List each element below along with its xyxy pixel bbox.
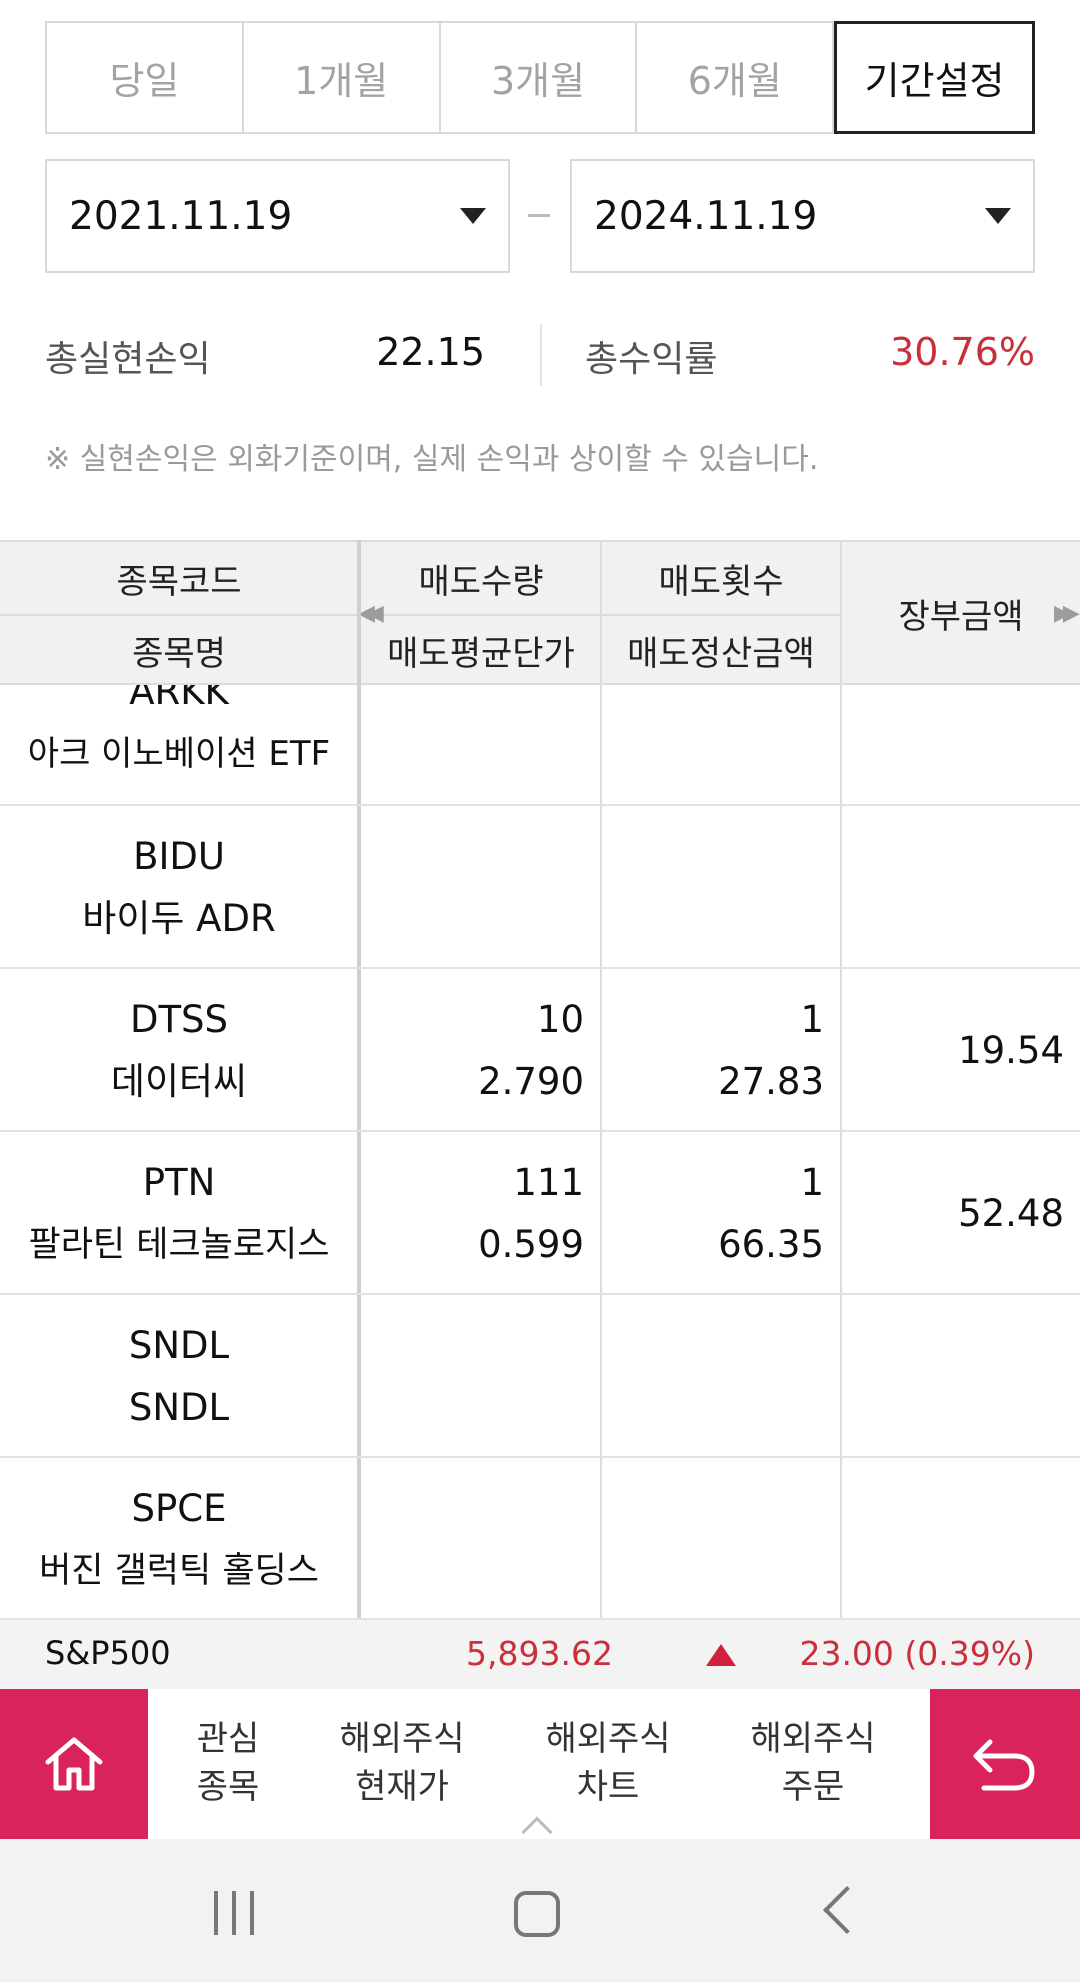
disclaimer-note: ※ 실현손익은 외화기준이며, 실제 손익과 상이할 수 있습니다. bbox=[45, 442, 819, 477]
table-row[interactable]: PTN 팔라틴 테크놀로지스 111 0.599 1 66.35 52.48 bbox=[0, 1132, 1080, 1295]
stock-name: SNDL bbox=[128, 1386, 230, 1429]
tab-custom-period[interactable]: 기간설정 bbox=[834, 21, 1035, 134]
header-sell-avg-price: 매도평균단가 bbox=[387, 634, 575, 674]
index-price: 5,893.62 bbox=[466, 1634, 613, 1673]
header-book-amount: 장부금액 bbox=[898, 597, 1024, 637]
stock-name: 바이두 ADR bbox=[82, 897, 276, 940]
index-ticker[interactable]: S&P500 5,893.62 23.00 (0.39%) bbox=[0, 1618, 1080, 1689]
stock-name: 버진 갤럭틱 홀딩스 bbox=[39, 1551, 319, 1591]
dropdown-caret-icon bbox=[460, 208, 486, 224]
back-button[interactable] bbox=[930, 1689, 1080, 1839]
table-row[interactable]: DTSS 데이터씨 10 2.790 1 27.83 19.54 bbox=[0, 969, 1080, 1132]
total-realized-label: 총실현손익 bbox=[45, 339, 211, 380]
nav-overseas-chart[interactable]: 해외주식 차트 bbox=[528, 1715, 688, 1811]
system-back-icon[interactable] bbox=[822, 1885, 872, 1935]
system-home-icon[interactable] bbox=[514, 1891, 560, 1937]
sell-avg-price: 0.599 bbox=[478, 1223, 584, 1266]
index-change: 23.00 (0.39%) bbox=[799, 1634, 1035, 1673]
header-code: 종목코드 bbox=[116, 561, 242, 602]
stock-code: PTN bbox=[142, 1161, 216, 1204]
undo-arrow-icon bbox=[973, 1739, 1035, 1791]
header-sell-qty: 매도수량 bbox=[418, 561, 544, 602]
nav-overseas-order[interactable]: 해외주식 주문 bbox=[733, 1715, 893, 1811]
summary-divider bbox=[540, 324, 542, 386]
stock-code: BIDU bbox=[133, 835, 225, 878]
sell-count: 1 bbox=[800, 1161, 824, 1204]
header-sell-count: 매도횟수 bbox=[658, 561, 784, 602]
stock-code: SNDL bbox=[128, 1324, 230, 1367]
tab-3-months[interactable]: 3개월 bbox=[440, 23, 638, 132]
stock-code: ARKK bbox=[129, 685, 229, 713]
index-name: S&P500 bbox=[45, 1634, 171, 1672]
sell-qty: 10 bbox=[536, 998, 584, 1041]
sell-qty: 111 bbox=[513, 1161, 584, 1204]
sell-settle-amount: 27.83 bbox=[718, 1060, 824, 1103]
table-body: ARKK 아크 이노베이션 ETF BIDU 바이두 ADR DTSS 데이터씨… bbox=[0, 685, 1080, 1618]
nav-overseas-quote[interactable]: 해외주식 현재가 bbox=[322, 1715, 482, 1811]
sell-settle-amount: 66.35 bbox=[718, 1223, 824, 1266]
start-date-value: 2021.11.19 bbox=[69, 193, 293, 239]
header-name: 종목명 bbox=[132, 634, 226, 674]
home-button[interactable] bbox=[0, 1689, 148, 1839]
end-date-value: 2024.11.19 bbox=[594, 193, 818, 239]
header-sell-settle-amount: 매도정산금액 bbox=[627, 634, 815, 674]
stock-code: SPCE bbox=[131, 1487, 227, 1530]
stock-name: 아크 이노베이션 ETF bbox=[27, 734, 331, 774]
book-amount: 19.54 bbox=[958, 1029, 1064, 1072]
total-return-value: 30.76% bbox=[890, 330, 1035, 374]
table-row[interactable]: SNDL SNDL bbox=[0, 1295, 1080, 1458]
recent-apps-icon[interactable] bbox=[214, 1891, 258, 1935]
date-range-separator bbox=[528, 214, 550, 217]
start-date-select[interactable]: 2021.11.19 bbox=[45, 159, 510, 273]
stock-name: 팔라틴 테크놀로지스 bbox=[28, 1225, 330, 1265]
sell-avg-price: 2.790 bbox=[478, 1060, 584, 1103]
sell-count: 1 bbox=[800, 998, 824, 1041]
header-divider bbox=[0, 614, 840, 616]
period-tabs: 당일 1개월 3개월 6개월 기간설정 bbox=[45, 21, 1035, 134]
home-icon bbox=[45, 1737, 103, 1791]
nav-watchlist[interactable]: 관심 종목 bbox=[176, 1715, 280, 1811]
realized-profit-table: 종목코드 종목명 매도수량 매도평균단가 매도횟수 매도정산금액 장부금액 ◀◀… bbox=[0, 540, 1080, 1618]
up-triangle-icon bbox=[706, 1644, 736, 1666]
scroll-right-icon[interactable]: ▶▶ bbox=[1054, 601, 1080, 626]
tab-6-months[interactable]: 6개월 bbox=[637, 23, 835, 132]
system-nav-bar bbox=[0, 1839, 1080, 1982]
book-amount: 52.48 bbox=[958, 1192, 1064, 1235]
dropdown-caret-icon bbox=[985, 208, 1011, 224]
tab-today[interactable]: 당일 bbox=[47, 23, 244, 132]
total-realized-value: 22.15 bbox=[376, 330, 485, 374]
end-date-select[interactable]: 2024.11.19 bbox=[570, 159, 1035, 273]
bottom-nav: 관심 종목 해외주식 현재가 해외주식 차트 해외주식 주문 bbox=[0, 1689, 1080, 1848]
table-row[interactable]: ARKK 아크 이노베이션 ETF bbox=[0, 685, 1080, 806]
stock-name: 데이터씨 bbox=[110, 1060, 248, 1103]
tab-1-month[interactable]: 1개월 bbox=[243, 23, 441, 132]
table-row[interactable]: SPCE 버진 갤럭틱 홀딩스 bbox=[0, 1458, 1080, 1618]
table-row[interactable]: BIDU 바이두 ADR bbox=[0, 806, 1080, 969]
total-return-label: 총수익률 bbox=[585, 339, 718, 380]
profit-summary: 총실현손익 22.15 총수익률 30.76% bbox=[45, 318, 1035, 388]
table-header: 종목코드 종목명 매도수량 매도평균단가 매도횟수 매도정산금액 장부금액 ◀◀… bbox=[0, 540, 1080, 685]
stock-code: DTSS bbox=[129, 998, 229, 1041]
